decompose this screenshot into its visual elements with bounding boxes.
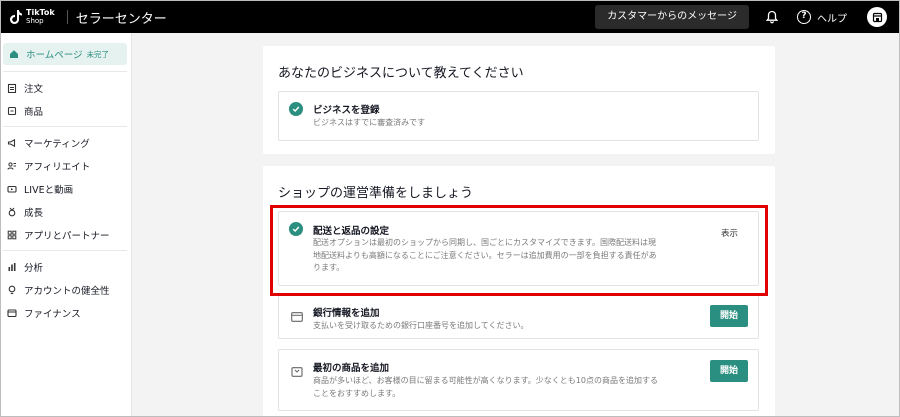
task-description: ビジネスはすでに審査済みです — [313, 118, 426, 127]
video-icon — [7, 184, 17, 194]
sidebar-item-label: ホームページ — [26, 50, 83, 61]
sidebar-item-label: 分析 — [24, 262, 44, 274]
task-title: ビジネスを登録 — [313, 105, 380, 116]
desc-line: ことをおすすめします。 — [313, 388, 401, 398]
clipboard-icon — [7, 83, 17, 93]
sidebar: ホームページ 未完了 注文 商品 マーケティング アフィリエイト LIVEと動画… — [1, 33, 132, 416]
sidebar-divider — [3, 126, 127, 127]
business-card-title: あなたのビジネスについて教えてください — [278, 66, 524, 81]
start-button[interactable]: 開始 — [710, 360, 748, 382]
logo-line1: TikTok — [26, 8, 55, 17]
sidebar-divider — [3, 250, 127, 251]
box-icon — [7, 106, 17, 116]
grid-icon — [7, 230, 17, 240]
sidebar-item-live-video[interactable]: LIVEと動画 — [1, 177, 131, 200]
highlight-box — [270, 205, 768, 296]
product-box-icon — [291, 362, 303, 377]
sidebar-divider — [3, 71, 127, 72]
task-title: 最初の商品を追加 — [313, 363, 390, 374]
sidebar-item-label: 商品 — [24, 106, 44, 118]
store-avatar[interactable] — [867, 7, 887, 27]
task-title: 銀行情報を追加 — [313, 308, 380, 319]
megaphone-icon — [7, 138, 17, 148]
sidebar-item-orders[interactable]: 注文 — [1, 76, 131, 99]
sidebar-item-label: ファイナンス — [24, 308, 81, 320]
desc-line: 商品が多いほど、お客様の目に留まる可能性が高くなります。少なくとも10点の商品を… — [313, 376, 658, 385]
task-description: 商品が多いほど、お客様の目に留まる可能性が高くなります。少なくとも10点の商品を… — [313, 375, 658, 400]
wallet-icon — [7, 308, 17, 318]
sidebar-item-growth[interactable]: 成長 — [1, 200, 131, 223]
bank-card-icon — [291, 307, 303, 322]
logo-wordmark: TikTok Shop — [26, 8, 55, 26]
header-divider — [66, 10, 68, 24]
tiktok-note-icon — [9, 9, 23, 25]
check-circle-icon — [289, 102, 303, 116]
people-icon — [7, 161, 17, 171]
sidebar-item-label: マーケティング — [24, 138, 90, 150]
top-bar: TikTok Shop セラーセンター カスタマーからのメッセージ ? ヘルプ — [1, 1, 899, 33]
customer-messages-button[interactable]: カスタマーからのメッセージ — [595, 5, 749, 29]
task-description: 支払いを受け取るための銀行口座番号を追加してください。 — [313, 321, 529, 330]
first-product-task[interactable]: 最初の商品を追加 商品が多いほど、お客様の目に留まる可能性が高くなります。少なく… — [278, 349, 759, 411]
sidebar-item-label: 注文 — [24, 83, 44, 95]
medal-icon — [7, 207, 17, 217]
sidebar-item-apps-partners[interactable]: アプリとパートナー — [1, 223, 131, 246]
app-title: セラーセンター — [75, 11, 167, 27]
sidebar-item-analytics[interactable]: 分析 — [1, 255, 131, 278]
sidebar-item-marketing[interactable]: マーケティング — [1, 131, 131, 154]
help-label: ヘルプ — [817, 13, 847, 25]
logo-line2: Shop — [26, 17, 44, 25]
bell-icon[interactable] — [763, 8, 781, 26]
question-icon: ? — [797, 10, 811, 24]
sidebar-item-account-health[interactable]: アカウントの健全性 — [1, 278, 131, 301]
business-card: あなたのビジネスについて教えてください ビジネスを登録 ビジネスはすでに審査済み… — [263, 46, 775, 154]
sidebar-item-finance[interactable]: ファイナンス — [1, 301, 131, 324]
sidebar-item-products[interactable]: 商品 — [1, 99, 131, 122]
sidebar-item-label: アカウントの健全性 — [24, 285, 110, 297]
incomplete-badge: 未完了 — [86, 49, 110, 59]
help-button[interactable]: ? ヘルプ — [797, 10, 847, 25]
home-icon — [9, 49, 19, 59]
sidebar-item-home[interactable]: ホームページ 未完了 — [3, 43, 127, 65]
sidebar-item-label: 成長 — [24, 207, 44, 219]
sidebar-item-label: アプリとパートナー — [24, 230, 110, 242]
shop-card-title: ショップの運営準備をしましょう — [278, 186, 474, 201]
lightbulb-icon — [7, 285, 17, 295]
start-button[interactable]: 開始 — [710, 305, 748, 327]
sidebar-item-label: LIVEと動画 — [24, 184, 74, 196]
register-business-task[interactable]: ビジネスを登録 ビジネスはすでに審査済みです — [278, 91, 759, 141]
app-window: TikTok Shop セラーセンター カスタマーからのメッセージ ? ヘルプ — [0, 0, 900, 417]
tiktok-shop-logo[interactable]: TikTok Shop — [9, 9, 55, 25]
bank-info-task[interactable]: 銀行情報を追加 支払いを受け取るための銀行口座番号を追加してください。 開始 — [278, 294, 759, 339]
sidebar-item-affiliate[interactable]: アフィリエイト — [1, 154, 131, 177]
sidebar-item-label: アフィリエイト — [24, 161, 91, 173]
store-icon — [872, 12, 882, 22]
bar-chart-icon — [7, 262, 17, 272]
